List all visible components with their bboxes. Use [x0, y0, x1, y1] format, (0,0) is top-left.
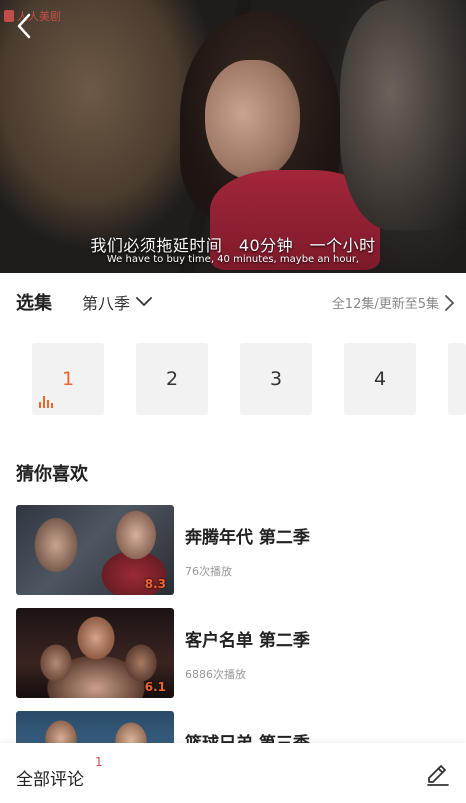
back-button[interactable]: [10, 12, 38, 40]
episode-number: 1: [61, 368, 75, 390]
episodes-title: 选集: [16, 293, 52, 314]
season-selector[interactable]: 第八季: [82, 290, 152, 314]
episode-item-4[interactable]: 4: [344, 343, 416, 415]
rating-badge: 8.3: [144, 577, 166, 591]
play-count: 6886次播放: [185, 668, 246, 681]
actor-profile: [340, 0, 466, 230]
all-comments-button[interactable]: 全部评论: [16, 765, 84, 790]
episode-item-1[interactable]: 1: [32, 343, 104, 415]
episode-number: 4: [373, 368, 387, 390]
recommendation-item[interactable]: 6.1 客户名单 第二季 6886次播放: [16, 608, 456, 698]
episode-number: 2: [165, 368, 179, 390]
playing-bars-icon: [39, 396, 53, 408]
episode-item-2[interactable]: 2: [136, 343, 208, 415]
recommendation-thumbnail: 8.3: [16, 505, 174, 595]
season-label: 第八季: [82, 294, 131, 313]
edit-pencil-icon: [427, 765, 449, 786]
actress-face: [205, 60, 300, 180]
episode-count-text: 全12集/更新至5集: [331, 297, 439, 312]
episode-header: 选集 第八季 全12集/更新至5集: [0, 273, 466, 328]
recommendation-item[interactable]: 8.3 奔腾年代 第二季 76次播放: [16, 505, 456, 595]
subtitle-english: We have to buy time, 40 minutes, maybe a…: [106, 254, 360, 265]
episode-number: 3: [269, 368, 283, 390]
back-arrow-icon: [17, 13, 31, 39]
play-count: 76次播放: [185, 565, 232, 578]
subtitle-chinese: 我们必须拖延时间 40分钟 一个小时: [90, 236, 376, 255]
recommendation-title: 奔腾年代 第二季: [185, 528, 310, 548]
episode-item-3[interactable]: 3: [240, 343, 312, 415]
recommendation-title: 客户名单 第二季: [185, 631, 310, 651]
episode-item-partial[interactable]: [448, 343, 466, 415]
recommendation-thumbnail: 6.1: [16, 608, 174, 698]
bottom-comment-bar: 全部评论 1: [0, 743, 466, 803]
recommendations-title: 猜你喜欢: [16, 464, 88, 485]
episode-list: 1 2 3 4: [0, 343, 466, 415]
write-comment-button[interactable]: [424, 761, 452, 789]
rating-badge: 6.1: [144, 680, 166, 694]
comments-count-badge: 1: [95, 755, 103, 769]
chevron-right-icon: [445, 294, 454, 311]
episode-count-link[interactable]: 全12集/更新至5集: [332, 293, 454, 312]
video-player[interactable]: 人人美剧 我们必须拖延时间 40分钟 一个小时 We have to buy t…: [0, 0, 466, 273]
chevron-down-icon: [136, 297, 152, 306]
